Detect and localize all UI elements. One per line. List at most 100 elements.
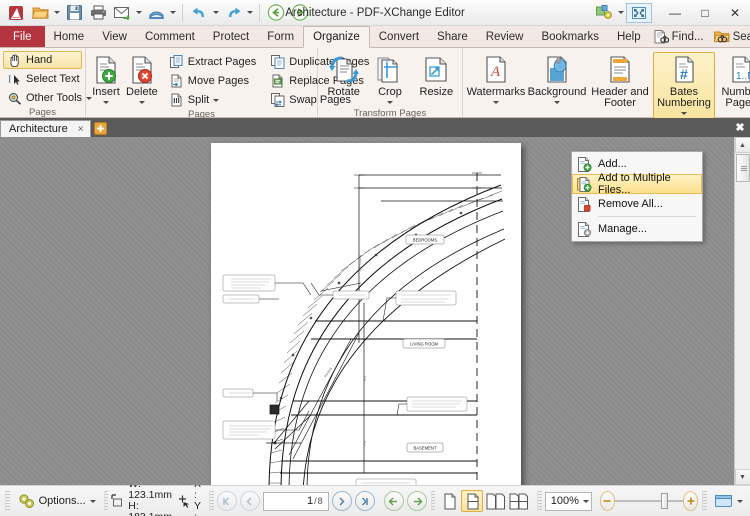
zoom-slider[interactable]: [615, 491, 684, 511]
scroll-up-arrow[interactable]: ▲: [735, 137, 750, 153]
status-grip-3[interactable]: [209, 491, 214, 511]
tool-other-tools-button[interactable]: Other Tools: [3, 89, 82, 107]
tab-convert[interactable]: Convert: [370, 26, 428, 47]
background-button[interactable]: Background: [527, 52, 587, 108]
email-icon[interactable]: [110, 2, 134, 24]
scrollbar-track[interactable]: [735, 153, 750, 469]
undo-dropdown-caret[interactable]: [211, 2, 221, 24]
tab-help[interactable]: Help: [608, 26, 650, 47]
single-page-view-button[interactable]: [438, 490, 460, 512]
tool-select-text-button[interactable]: I Select Text: [3, 70, 82, 88]
crop-caret[interactable]: [387, 98, 393, 107]
scan-dropdown-caret[interactable]: [168, 2, 178, 24]
delete-pages-caret[interactable]: [139, 98, 145, 107]
two-page-continuous-view-button[interactable]: [507, 490, 529, 512]
tab-home[interactable]: Home: [45, 26, 94, 47]
status-grip-2[interactable]: [104, 491, 109, 511]
scrollbar-thumb[interactable]: [736, 154, 750, 182]
save-icon[interactable]: [62, 2, 86, 24]
forward-icon[interactable]: [288, 2, 312, 24]
close-document-button[interactable]: ✖: [733, 120, 747, 134]
tab-comment[interactable]: Comment: [136, 26, 204, 47]
fit-page-caret[interactable]: [737, 500, 743, 503]
customize-toolbar-icon[interactable]: [592, 2, 616, 24]
tab-file[interactable]: File: [0, 26, 45, 47]
zoom-out-button[interactable]: [600, 491, 615, 511]
options-button[interactable]: Options...: [13, 490, 101, 512]
print-icon[interactable]: [86, 2, 110, 24]
scroll-down-arrow[interactable]: ▼: [735, 469, 750, 485]
fit-page-button[interactable]: [710, 491, 748, 511]
tab-share[interactable]: Share: [428, 26, 477, 47]
pdf-page[interactable]: BEDROOMS LIVING ROOM BASEMENT: [211, 143, 521, 485]
two-page-view-button[interactable]: [484, 490, 506, 512]
maximize-button[interactable]: □: [690, 0, 720, 26]
extract-pages-button[interactable]: Extract Pages: [165, 53, 261, 71]
continuous-page-view-button[interactable]: [461, 490, 483, 512]
status-grip-4[interactable]: [431, 491, 436, 511]
bates-numbering-caret[interactable]: [681, 109, 687, 118]
header-footer-button[interactable]: Header and Footer: [588, 52, 652, 110]
insert-pages-button[interactable]: Insert: [89, 52, 123, 108]
document-tab-architecture[interactable]: Architecture ×: [0, 120, 91, 137]
redo-icon[interactable]: [221, 2, 245, 24]
close-button[interactable]: ✕: [720, 0, 750, 26]
menu-item-manage[interactable]: Manage...: [572, 219, 702, 239]
background-caret[interactable]: [554, 98, 560, 107]
scan-icon[interactable]: [144, 2, 168, 24]
undo-icon[interactable]: [187, 2, 211, 24]
new-tab-button[interactable]: [91, 120, 111, 137]
resize-pages-button[interactable]: Resize: [414, 52, 459, 99]
delete-pages-button[interactable]: Delete: [124, 52, 160, 108]
email-dropdown-caret[interactable]: [134, 2, 144, 24]
tab-bookmarks[interactable]: Bookmarks: [532, 26, 608, 47]
menu-item-add-to-multiple-files[interactable]: Add to Multiple Files...: [572, 174, 702, 194]
fullscreen-button[interactable]: [626, 3, 652, 23]
tab-review[interactable]: Review: [477, 26, 533, 47]
open-dropdown-caret[interactable]: [52, 2, 62, 24]
redo-dropdown-caret[interactable]: [245, 2, 255, 24]
rotate-pages-button[interactable]: Rotate: [321, 52, 366, 99]
page-number-input[interactable]: 1/8: [263, 492, 329, 511]
tab-form[interactable]: Form: [258, 26, 303, 47]
last-page-button[interactable]: [355, 491, 375, 511]
zoom-in-button[interactable]: [683, 491, 698, 511]
previous-page-button[interactable]: [240, 491, 260, 511]
options-caret[interactable]: [90, 500, 96, 503]
tab-organize[interactable]: Organize: [303, 26, 370, 48]
tab-protect[interactable]: Protect: [204, 26, 258, 47]
customize-dropdown-caret[interactable]: [616, 2, 626, 24]
status-grip-6[interactable]: [702, 491, 707, 511]
zoom-dropdown-caret[interactable]: [583, 500, 589, 503]
menu-item-add[interactable]: Add...: [572, 154, 702, 174]
first-page-button[interactable]: [217, 491, 237, 511]
navigate-back-button[interactable]: [384, 491, 404, 511]
watermarks-caret[interactable]: [493, 98, 499, 107]
tool-hand-button[interactable]: Hand: [3, 51, 82, 69]
find-button[interactable]: Find...: [650, 30, 708, 44]
next-page-button[interactable]: [332, 491, 352, 511]
app-logo-icon[interactable]: [4, 2, 28, 24]
status-grip-5[interactable]: [537, 491, 542, 511]
split-caret[interactable]: [213, 99, 219, 102]
open-icon[interactable]: [28, 2, 52, 24]
watermarks-button[interactable]: A Watermarks: [466, 52, 526, 108]
document-tab-close-icon[interactable]: ×: [78, 124, 84, 135]
zoom-level-select[interactable]: 100%: [545, 492, 592, 511]
status-grip-1[interactable]: [5, 491, 10, 511]
menu-item-remove-all[interactable]: Remove All...: [572, 194, 702, 214]
move-pages-button[interactable]: Move Pages: [165, 72, 261, 90]
search-button[interactable]: Search...: [710, 30, 750, 44]
tab-view[interactable]: View: [93, 26, 136, 47]
back-icon[interactable]: [264, 2, 288, 24]
crop-pages-button[interactable]: Crop: [367, 52, 412, 108]
vertical-scrollbar[interactable]: ▲ ▼: [734, 137, 750, 485]
number-pages-button[interactable]: 1..N Number Pages: [716, 52, 750, 110]
navigate-forward-button[interactable]: [407, 491, 427, 511]
zoom-slider-knob[interactable]: [661, 493, 668, 509]
minimize-button[interactable]: —: [660, 0, 690, 26]
split-button[interactable]: Split: [165, 91, 261, 109]
insert-pages-caret[interactable]: [103, 98, 109, 107]
bates-numbering-button[interactable]: # Bates Numbering: [653, 52, 715, 119]
svg-text:I: I: [8, 74, 11, 85]
